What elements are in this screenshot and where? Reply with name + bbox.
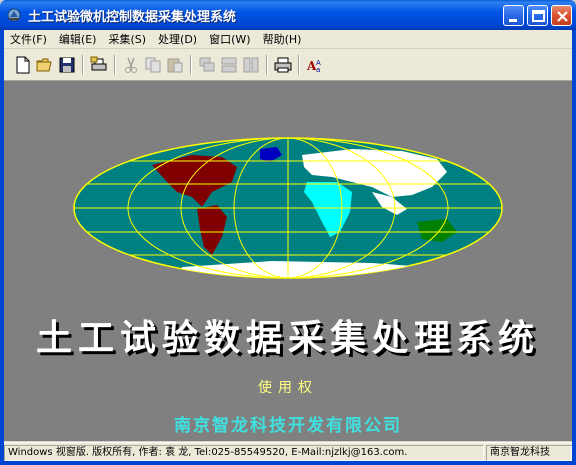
window-frame-right <box>572 30 576 465</box>
open-folder-icon[interactable] <box>36 56 54 74</box>
toolbar-separator <box>298 55 300 75</box>
maximize-button[interactable] <box>527 5 548 26</box>
menu-window[interactable]: 窗口(W) <box>203 31 256 47</box>
cascade-icon[interactable] <box>198 56 216 74</box>
main-client-area: 土工试验数据采集处理系统 使用权 南京智龙科技开发有限公司 <box>4 81 572 441</box>
paste-icon[interactable] <box>166 56 184 74</box>
minimize-icon <box>509 19 517 22</box>
status-company: 南京智龙科技 <box>486 445 572 461</box>
close-icon <box>557 11 568 22</box>
menu-edit[interactable]: 编辑(E) <box>53 31 103 47</box>
menu-acquire[interactable]: 采集(S) <box>102 31 152 47</box>
window-title: 土工试验微机控制数据采集处理系统 <box>28 10 237 25</box>
save-disk-icon[interactable] <box>58 56 76 74</box>
window-frame-bottom <box>0 461 576 465</box>
world-map-graphic <box>73 137 503 279</box>
title-bar[interactable]: 土工试验微机控制数据采集处理系统 <box>0 0 576 30</box>
license-label: 使用权 <box>258 380 318 396</box>
print-setup-icon[interactable] <box>90 56 108 74</box>
toolbar-separator <box>190 55 192 75</box>
menu-bar: 文件(F) 编辑(E) 采集(S) 处理(D) 窗口(W) 帮助(H) <box>4 30 572 48</box>
toolbar-separator <box>266 55 268 75</box>
minimize-button[interactable] <box>503 5 524 26</box>
cut-icon[interactable] <box>122 56 140 74</box>
app-icon <box>7 8 21 22</box>
copy-icon[interactable] <box>144 56 162 74</box>
status-bar: Windows 视窗版. 版权所有, 作者: 袁 龙, Tel:025-8554… <box>4 442 572 461</box>
close-button[interactable] <box>551 5 572 26</box>
status-info: Windows 视窗版. 版权所有, 作者: 袁 龙, Tel:025-8554… <box>4 445 484 461</box>
splash-title: 土工试验数据采集处理系统 <box>35 317 540 359</box>
print-icon[interactable] <box>274 56 292 74</box>
tile-horizontal-icon[interactable] <box>220 56 238 74</box>
new-file-icon[interactable] <box>14 56 32 74</box>
toolbar-separator <box>114 55 116 75</box>
toolbar-separator <box>82 55 84 75</box>
svg-text:a: a <box>316 66 320 74</box>
menu-help[interactable]: 帮助(H) <box>257 31 308 47</box>
company-name: 南京智龙科技开发有限公司 <box>174 416 402 436</box>
toolbar: A A a <box>4 49 572 81</box>
font-icon[interactable]: A A a <box>306 56 324 74</box>
maximize-icon <box>532 10 545 22</box>
menu-process[interactable]: 处理(D) <box>152 31 203 47</box>
tile-vertical-icon[interactable] <box>242 56 260 74</box>
menu-file[interactable]: 文件(F) <box>4 31 53 47</box>
